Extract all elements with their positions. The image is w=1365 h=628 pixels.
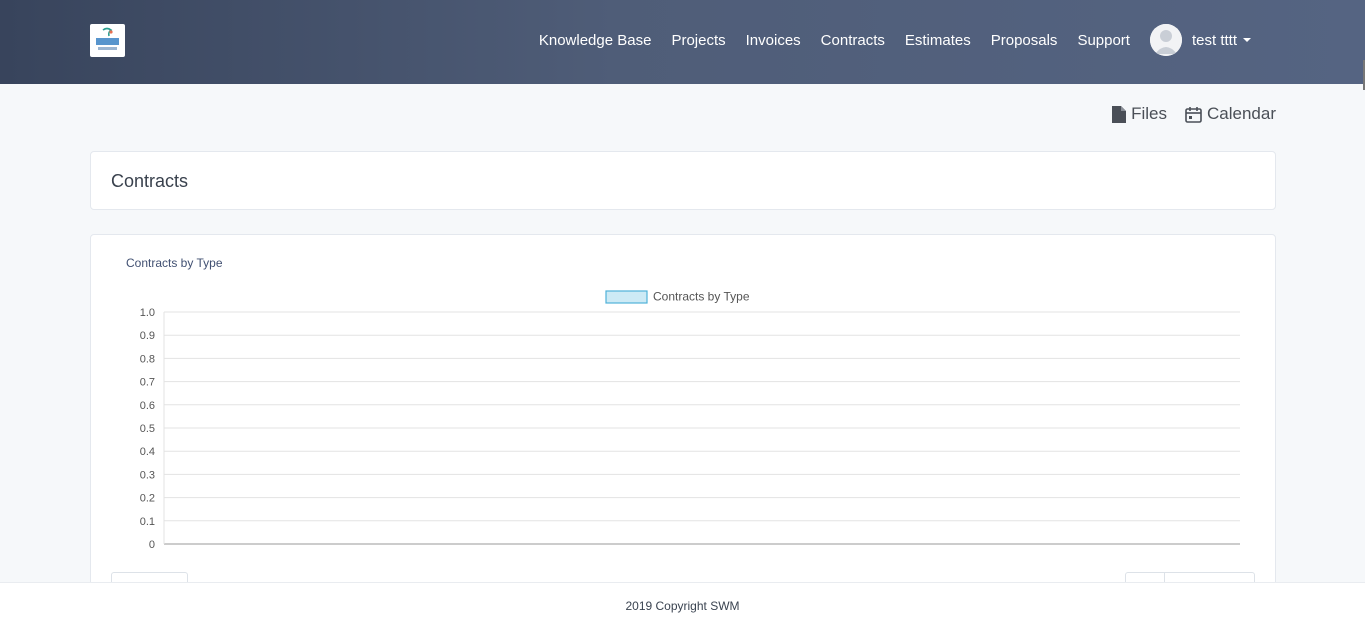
caret-down-icon: [1243, 38, 1251, 42]
calendar-link[interactable]: Calendar: [1185, 104, 1276, 124]
y-tick-label: 0.4: [140, 446, 155, 458]
main-nav: Knowledge Base Projects Invoices Contrac…: [519, 24, 1251, 56]
y-tick-label: 0.6: [140, 400, 155, 412]
y-tick-label: 0.3: [140, 469, 155, 481]
y-tick-label: 0.1: [140, 516, 155, 528]
legend-swatch: [605, 290, 648, 304]
nav-estimates[interactable]: Estimates: [905, 32, 971, 49]
y-tick-label: 0: [149, 539, 155, 551]
user-name: test tttt: [1191, 31, 1237, 49]
contracts-chart: Contracts by Type 0 0.1 0.2 0.3 0.4 0.5 0.6 0.7 0…: [140, 290, 1240, 551]
nav-contracts[interactable]: Contracts: [821, 32, 885, 49]
top-actions: Files Calendar: [1094, 104, 1276, 124]
copyright-text: 2019 Copyright SWM: [625, 599, 740, 613]
chart-panel: Contracts by Type Contracts by Type 0 0.1 0…: [90, 234, 1276, 594]
top-navbar: Knowledge Base Projects Invoices Contrac…: [0, 0, 1365, 84]
y-tick-label: 0.2: [140, 493, 155, 505]
user-menu[interactable]: test tttt: [1149, 24, 1251, 56]
avatar: [1149, 24, 1182, 56]
file-icon: [1112, 105, 1127, 123]
page-title: Contracts: [111, 171, 189, 191]
page-title-panel: Contracts: [90, 151, 1276, 210]
y-tick-label: 0.8: [140, 353, 155, 365]
nav-support[interactable]: Support: [1077, 32, 1130, 49]
nav-projects[interactable]: Projects: [671, 32, 725, 49]
company-logo[interactable]: [90, 24, 125, 57]
nav-proposals[interactable]: Proposals: [991, 32, 1058, 49]
footer: 2019 Copyright SWM: [0, 582, 1365, 628]
y-tick-label: 1.0: [140, 307, 155, 319]
legend-label: Contracts by Type: [653, 290, 750, 304]
nav-invoices[interactable]: Invoices: [746, 32, 801, 49]
nav-knowledge-base[interactable]: Knowledge Base: [539, 32, 652, 49]
calendar-icon: [1185, 106, 1202, 123]
files-link[interactable]: Files: [1112, 104, 1167, 124]
y-tick-label: 0.5: [140, 423, 155, 435]
y-tick-label: 0.7: [140, 377, 155, 389]
files-label: Files: [1131, 104, 1167, 123]
calendar-label: Calendar: [1207, 104, 1276, 123]
y-tick-label: 0.9: [140, 330, 155, 342]
